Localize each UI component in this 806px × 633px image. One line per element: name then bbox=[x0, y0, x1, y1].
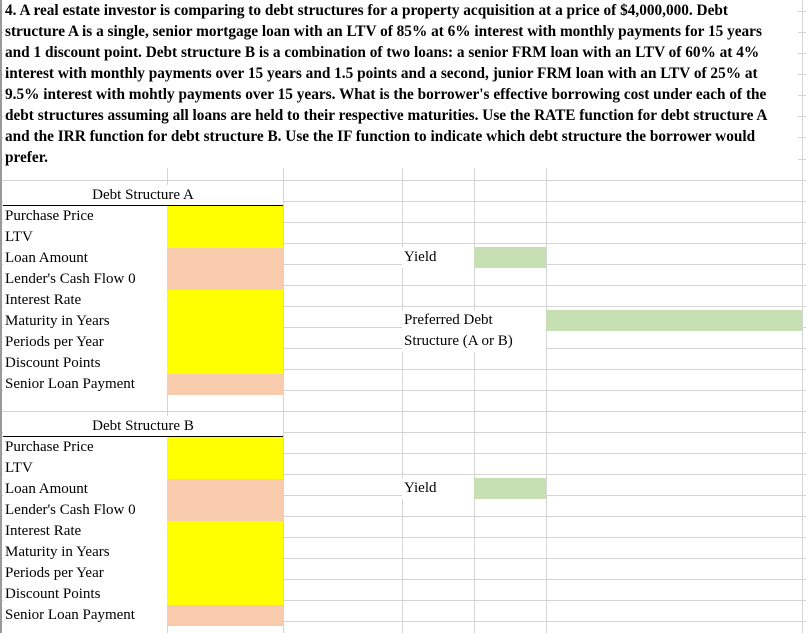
row-label: Maturity in Years bbox=[3, 311, 167, 332]
row-value-cell[interactable] bbox=[167, 563, 283, 584]
problem-statement-cell[interactable]: 4. A real estate investor is comparing t… bbox=[3, 0, 798, 168]
structure-b-yield-cell[interactable] bbox=[474, 478, 546, 499]
row-label: Periods per Year bbox=[3, 332, 167, 353]
problem-line: debt structures assuming all loans are h… bbox=[5, 107, 768, 124]
problem-line: structure A is a single, senior mortgage… bbox=[5, 23, 762, 40]
problem-line: and the IRR function for debt structure … bbox=[5, 128, 756, 145]
structure-a-header: Debt Structure A bbox=[3, 185, 283, 206]
row-gridline bbox=[0, 180, 806, 181]
problem-line: interest with monthly payments over 15 y… bbox=[5, 65, 758, 82]
problem-line: prefer. bbox=[5, 149, 48, 166]
row-label: Discount Points bbox=[3, 584, 167, 605]
row-value-cell[interactable] bbox=[167, 290, 283, 311]
row-label: Maturity in Years bbox=[3, 542, 167, 563]
row-label: LTV bbox=[3, 227, 167, 248]
row-value-cell[interactable] bbox=[167, 584, 283, 605]
row-label: Senior Loan Payment bbox=[3, 374, 167, 395]
row-label: LTV bbox=[3, 458, 167, 479]
preferred-label-line2: Structure (A or B) bbox=[404, 333, 513, 349]
row-value-cell[interactable] bbox=[167, 311, 283, 332]
preferred-label-line1: Preferred Debt bbox=[404, 312, 493, 328]
spreadsheet-grid: 4. A real estate investor is comparing t… bbox=[0, 0, 806, 633]
row-value-cell[interactable] bbox=[167, 542, 283, 563]
row-label: Discount Points bbox=[3, 353, 167, 374]
row-value-cell[interactable] bbox=[167, 353, 283, 374]
row-value-cell[interactable] bbox=[167, 227, 283, 248]
row-value-cell[interactable] bbox=[167, 248, 283, 269]
row-value-cell[interactable] bbox=[167, 479, 283, 500]
row-value-cell[interactable] bbox=[167, 332, 283, 353]
preferred-structure-label: Preferred Debt Structure (A or B) bbox=[402, 310, 546, 352]
problem-line: 9.5% interest with mohtly payments over … bbox=[5, 86, 767, 103]
row-label: Periods per Year bbox=[3, 563, 167, 584]
row-gridline bbox=[0, 411, 806, 412]
row-label: Loan Amount bbox=[3, 248, 167, 269]
row-label: Senior Loan Payment bbox=[3, 605, 167, 626]
structure-b-yield-label: Yield bbox=[402, 478, 474, 499]
structure-a-yield-label: Yield bbox=[402, 247, 474, 268]
row-value-cell[interactable] bbox=[167, 521, 283, 542]
structure-b-header: Debt Structure B bbox=[3, 416, 283, 437]
preferred-structure-cell[interactable] bbox=[546, 310, 802, 331]
problem-line: 4. A real estate investor is comparing t… bbox=[5, 2, 728, 19]
row-value-cell[interactable] bbox=[167, 206, 283, 227]
row-value-cell[interactable] bbox=[167, 374, 283, 395]
problem-line: and 1 discount point. Debt structure B i… bbox=[5, 44, 760, 61]
row-label: Interest Rate bbox=[3, 290, 167, 311]
row-label: Lender's Cash Flow 0 bbox=[3, 500, 167, 521]
row-label: Lender's Cash Flow 0 bbox=[3, 269, 167, 290]
row-label: Loan Amount bbox=[3, 479, 167, 500]
structure-a-yield-cell[interactable] bbox=[474, 247, 546, 268]
row-label: Purchase Price bbox=[3, 206, 167, 227]
row-label: Purchase Price bbox=[3, 437, 167, 458]
row-value-cell[interactable] bbox=[167, 605, 283, 626]
row-value-cell[interactable] bbox=[167, 269, 283, 290]
row-value-cell[interactable] bbox=[167, 458, 283, 479]
row-label: Interest Rate bbox=[3, 521, 167, 542]
sheet-left-border bbox=[0, 0, 2, 633]
row-value-cell[interactable] bbox=[167, 500, 283, 521]
row-value-cell[interactable] bbox=[167, 437, 283, 458]
